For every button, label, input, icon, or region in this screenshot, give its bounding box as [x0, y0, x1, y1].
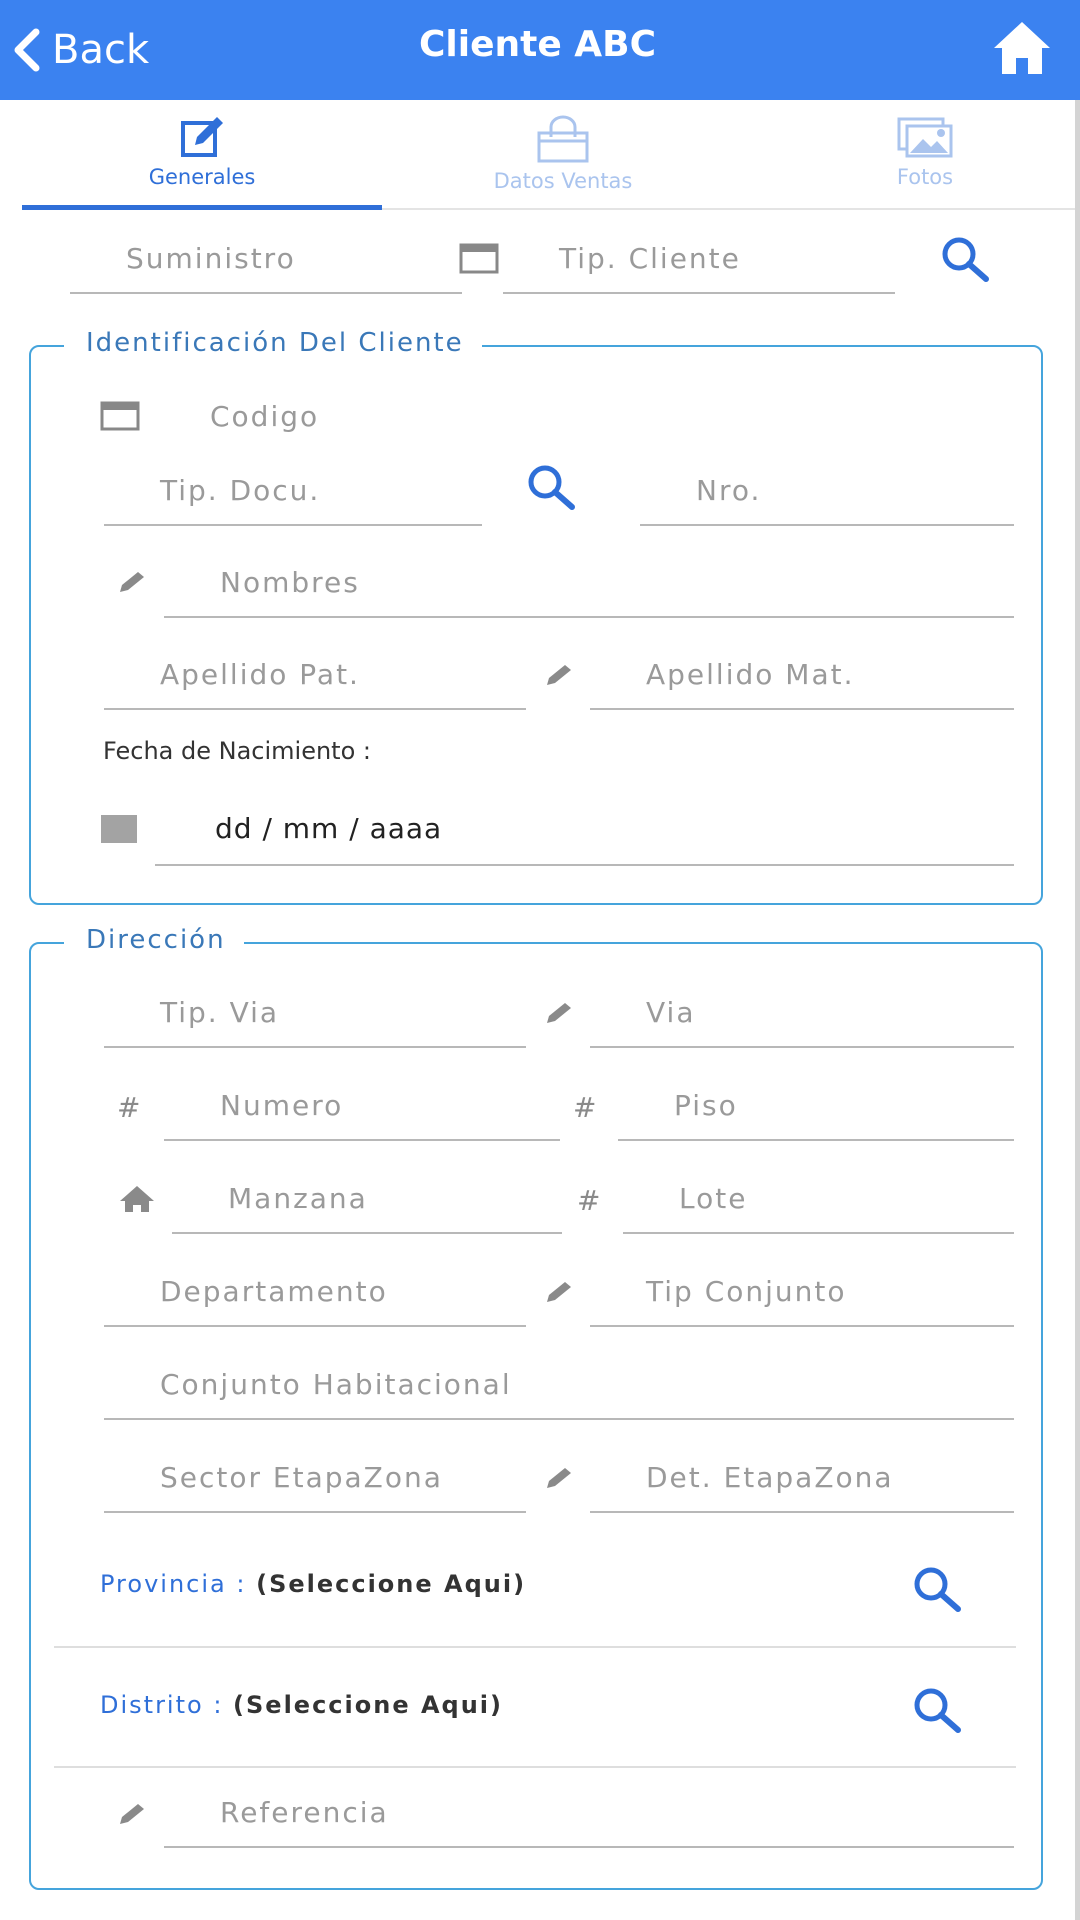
scrollbar-track [1075, 100, 1080, 1920]
manzana-placeholder: Manzana [228, 1182, 368, 1215]
provincia-label: Provincia : [100, 1570, 247, 1598]
pencil-icon [120, 572, 144, 592]
home-icon [120, 1186, 154, 1212]
tab-fotos[interactable]: Fotos [745, 115, 1080, 205]
search-icon[interactable] [938, 234, 994, 284]
fecha-nacimiento-field[interactable]: dd / mm / aaaa [155, 802, 1014, 866]
identificacion-legend: Identificación Del Cliente [64, 328, 482, 358]
hash-icon: # [117, 1091, 143, 1124]
pencil-icon [547, 1468, 571, 1488]
distrito-label: Distrito : [100, 1691, 224, 1719]
apellido-pat-placeholder: Apellido Pat. [160, 658, 360, 691]
tip-docu-field[interactable]: Tip. Docu. [104, 468, 482, 526]
tab-label: Datos Ventas [493, 169, 633, 193]
sector-etapazona-field[interactable]: Sector EtapaZona [104, 1455, 526, 1513]
divider [54, 1766, 1016, 1768]
fecha-nacimiento-value: dd / mm / aaaa [215, 812, 443, 845]
hash-icon: # [573, 1091, 599, 1124]
tab-generales[interactable]: Generales [22, 115, 382, 205]
tip-via-field[interactable]: Tip. Via [104, 990, 526, 1048]
referencia-field[interactable]: Referencia [164, 1790, 1014, 1848]
nro-field[interactable]: Nro. [640, 468, 1014, 526]
det-etapazona-field[interactable]: Det. EtapaZona [590, 1455, 1014, 1513]
provincia-value: (Seleccione Aqui) [256, 1570, 527, 1598]
shopping-bag-icon [537, 115, 589, 163]
codigo-label: Codigo [210, 400, 320, 433]
tip-docu-placeholder: Tip. Docu. [160, 474, 321, 507]
manzana-field[interactable]: Manzana [172, 1176, 562, 1234]
piso-field[interactable]: Piso [618, 1083, 1014, 1141]
tip-conjunto-field[interactable]: Tip Conjunto [590, 1269, 1014, 1327]
conjunto-habitacional-field[interactable]: Conjunto Habitacional [104, 1362, 1014, 1420]
tip-cliente-field[interactable]: Tip. Cliente [503, 232, 895, 294]
search-icon[interactable] [910, 1564, 966, 1614]
nombres-placeholder: Nombres [220, 566, 360, 599]
pencil-icon [547, 665, 571, 685]
numero-field[interactable]: Numero [164, 1083, 560, 1141]
det-etapazona-placeholder: Det. EtapaZona [646, 1461, 894, 1494]
sector-etapazona-placeholder: Sector EtapaZona [160, 1461, 443, 1494]
home-button[interactable] [990, 18, 1054, 82]
via-field[interactable]: Via [590, 990, 1014, 1048]
tip-conjunto-placeholder: Tip Conjunto [646, 1275, 847, 1308]
suministro-field[interactable]: Suministro [70, 232, 462, 294]
direccion-legend: Dirección [64, 925, 244, 955]
edit-icon [181, 117, 223, 157]
fecha-nacimiento-label: Fecha de Nacimiento : [103, 737, 371, 765]
tip-cliente-placeholder: Tip. Cliente [559, 242, 741, 275]
distrito-selector[interactable]: Distrito : (Seleccione Aqui) [100, 1691, 503, 1719]
tip-via-placeholder: Tip. Via [160, 996, 280, 1029]
search-icon[interactable] [910, 1685, 966, 1735]
calendar-icon [100, 401, 140, 431]
apellido-pat-field[interactable]: Apellido Pat. [104, 652, 526, 710]
home-icon [994, 22, 1050, 74]
nombres-field[interactable]: Nombres [164, 560, 1014, 618]
numero-placeholder: Numero [220, 1089, 344, 1122]
search-icon[interactable] [524, 462, 580, 512]
tab-label: Fotos [896, 165, 954, 189]
lote-field[interactable]: Lote [623, 1176, 1014, 1234]
departamento-field[interactable]: Departamento [104, 1269, 526, 1327]
nro-placeholder: Nro. [696, 474, 762, 507]
distrito-value: (Seleccione Aqui) [233, 1691, 504, 1719]
conjunto-habitacional-placeholder: Conjunto Habitacional [160, 1368, 512, 1401]
pencil-icon [547, 1003, 571, 1023]
calendar-icon [459, 243, 499, 274]
pencil-icon [120, 1804, 144, 1824]
lote-placeholder: Lote [679, 1182, 748, 1215]
suministro-placeholder: Suministro [126, 242, 296, 275]
apellido-mat-placeholder: Apellido Mat. [646, 658, 855, 691]
tab-label: Generales [148, 165, 256, 189]
via-placeholder: Via [646, 996, 696, 1029]
hash-icon: # [577, 1184, 603, 1217]
departamento-placeholder: Departamento [160, 1275, 388, 1308]
provincia-selector[interactable]: Provincia : (Seleccione Aqui) [100, 1570, 526, 1598]
calendar-icon [101, 815, 137, 843]
referencia-placeholder: Referencia [220, 1796, 389, 1829]
tab-datos-ventas[interactable]: Datos Ventas [383, 115, 743, 205]
divider [54, 1646, 1016, 1648]
page-title: Cliente ABC [418, 24, 657, 65]
images-icon [897, 117, 953, 158]
piso-placeholder: Piso [674, 1089, 738, 1122]
pencil-icon [547, 1282, 571, 1302]
apellido-mat-field[interactable]: Apellido Mat. [590, 652, 1014, 710]
tab-active-indicator [22, 205, 382, 210]
